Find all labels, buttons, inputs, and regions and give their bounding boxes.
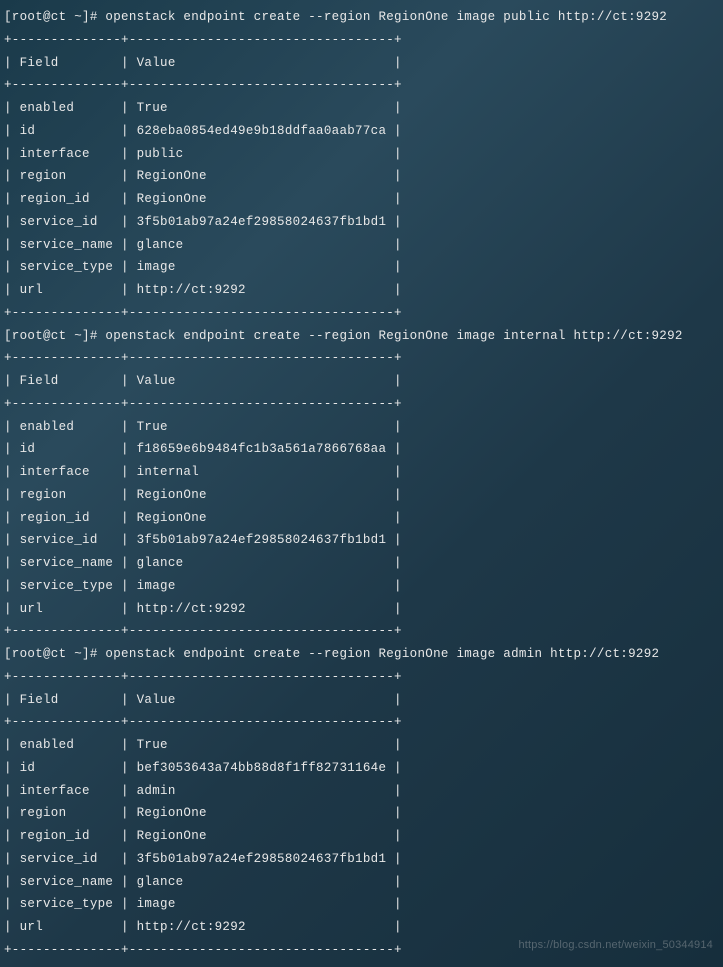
terminal-output: [root@ct ~]# openstack endpoint create -… <box>4 6 719 962</box>
watermark-text: https://blog.csdn.net/weixin_50344914 <box>518 935 713 955</box>
